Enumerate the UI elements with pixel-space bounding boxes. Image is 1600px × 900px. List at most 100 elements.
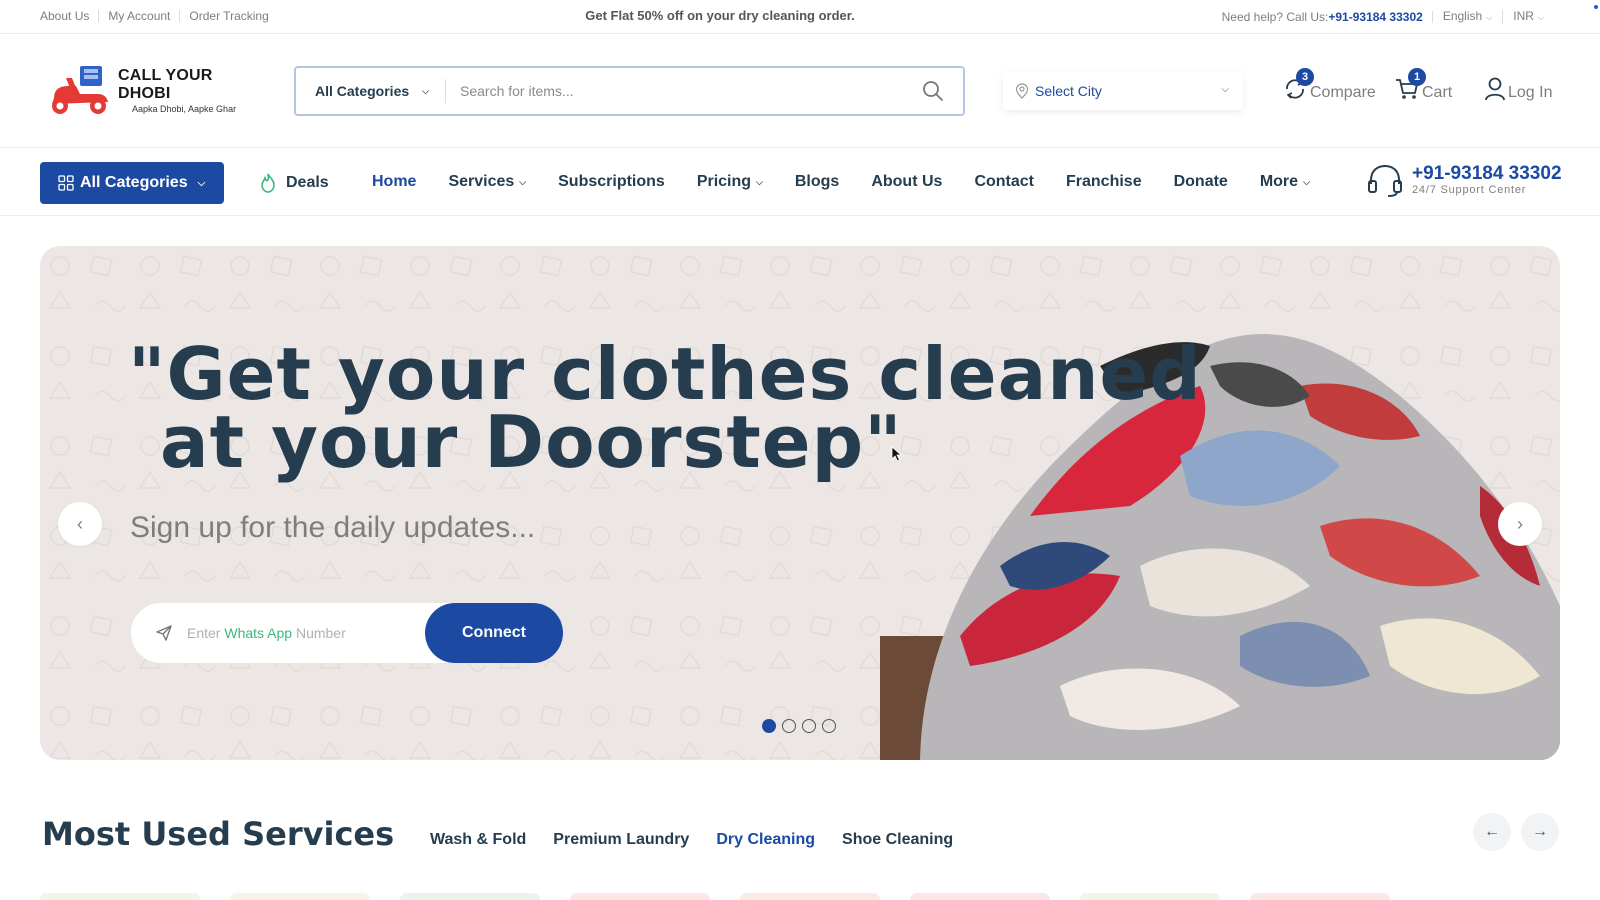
service-card[interactable] xyxy=(740,893,880,900)
service-card[interactable] xyxy=(400,893,540,900)
nav-franchise-label: Franchise xyxy=(1066,173,1142,190)
nav-franchise[interactable]: Franchise xyxy=(1066,173,1142,191)
tab-dry-cleaning[interactable]: Dry Cleaning xyxy=(716,831,815,849)
nav-contact[interactable]: Contact xyxy=(974,173,1034,191)
nav-more[interactable]: More ⌵ xyxy=(1260,173,1310,191)
whatsapp-subscribe-form: Enter Whats App Number Connect xyxy=(131,603,563,663)
chevron-down-icon: ⌵ xyxy=(1537,13,1544,22)
service-card[interactable] xyxy=(1080,893,1220,900)
cart-count-badge: 1 xyxy=(1408,68,1426,86)
chevron-down-icon: ⌵ xyxy=(1221,84,1229,95)
help-phone[interactable]: +91-93184 33302 xyxy=(1328,10,1422,24)
nav-subscriptions[interactable]: Subscriptions xyxy=(558,173,665,191)
search-button[interactable] xyxy=(913,71,953,111)
nav-home-label: Home xyxy=(372,173,417,190)
slider-dots xyxy=(762,719,836,733)
tab-shoe-cleaning[interactable]: Shoe Cleaning xyxy=(842,831,953,849)
chevron-down-icon: ⌵ xyxy=(519,176,527,187)
search-bar: All Categories ⌵ xyxy=(294,66,965,116)
service-card[interactable] xyxy=(230,893,370,900)
service-card[interactable] xyxy=(570,893,710,900)
logo-tagline: Aapka Dhobi, Aapke Ghar xyxy=(132,103,237,114)
service-card[interactable] xyxy=(1250,893,1390,900)
flame-icon xyxy=(261,173,275,193)
city-placeholder: Select City xyxy=(1035,83,1102,99)
nav-services-label: Services xyxy=(448,173,515,190)
service-card[interactable] xyxy=(910,893,1050,900)
chevron-right-icon: › xyxy=(1517,513,1523,534)
deals-label: Deals xyxy=(286,174,329,191)
cart-icon: 1 xyxy=(1394,68,1426,102)
slider-dot[interactable] xyxy=(782,719,796,733)
nav-more-label: More xyxy=(1259,173,1299,190)
nav-about-label: About Us xyxy=(871,173,943,190)
tab-premium-laundry[interactable]: Premium Laundry xyxy=(553,831,689,849)
chevron-down-icon: ⌵ xyxy=(1303,176,1310,187)
search-input[interactable] xyxy=(446,83,913,99)
nav-services[interactable]: Services ⌵ xyxy=(448,173,526,191)
language-select[interactable]: English ⌵ xyxy=(1433,9,1504,24)
slider-dot[interactable] xyxy=(822,719,836,733)
chevron-down-icon: ⌵ xyxy=(197,177,206,189)
services-prev-button[interactable]: ← xyxy=(1473,813,1511,851)
user-icon xyxy=(1484,76,1506,102)
all-categories-button[interactable]: All Categories ⌵ xyxy=(40,162,224,204)
top-bar: About Us My Account Order Tracking Get F… xyxy=(0,0,1600,34)
search-category-label: All Categories xyxy=(315,83,410,99)
nav-about[interactable]: About Us xyxy=(871,173,942,191)
language-label: English xyxy=(1442,9,1483,23)
currency-label: INR xyxy=(1513,9,1534,23)
connect-button[interactable]: Connect xyxy=(425,603,563,663)
nav-pricing[interactable]: Pricing ⌵ xyxy=(697,173,763,191)
tab-wash-fold[interactable]: Wash & Fold xyxy=(430,831,526,849)
login-link[interactable]: Log In xyxy=(1484,76,1552,102)
slider-next-button[interactable]: › xyxy=(1498,502,1542,546)
cart-label: Cart xyxy=(1422,84,1453,101)
services-next-button[interactable]: → xyxy=(1521,813,1559,851)
main-nav: All Categories ⌵ Deals Home Services ⌵ Su… xyxy=(0,148,1600,216)
cart-link[interactable]: 1 Cart xyxy=(1394,68,1453,102)
send-icon xyxy=(156,625,172,641)
grid-icon xyxy=(58,175,74,191)
placeholder-end: Number xyxy=(295,625,346,641)
corner-dot xyxy=(1594,5,1598,9)
arrow-right-icon: → xyxy=(1532,823,1548,840)
service-card[interactable] xyxy=(40,893,200,900)
nav-pricing-label: Pricing xyxy=(696,173,752,190)
hero-title-line2: at your Doorstep" xyxy=(160,400,903,484)
mouse-cursor-icon xyxy=(891,446,903,462)
slider-dot[interactable] xyxy=(802,719,816,733)
help-text: Need help? Call Us:+91-93184 33302 xyxy=(1222,11,1433,23)
placeholder-start: Enter xyxy=(187,625,221,641)
currency-select[interactable]: INR ⌵ xyxy=(1503,10,1554,24)
support-contact[interactable]: +91-93184 33302 24/7 Support Center xyxy=(1366,162,1562,198)
compare-icon: 3 xyxy=(1282,68,1314,102)
compare-link[interactable]: 3 Compare xyxy=(1282,68,1376,102)
chevron-down-icon: ⌵ xyxy=(422,85,429,96)
compare-label: Compare xyxy=(1310,84,1376,101)
whatsapp-number-input[interactable]: Enter Whats App Number xyxy=(187,625,346,641)
logo[interactable]: CALL YOUR DHOBI Aapka Dhobi, Aapke Ghar xyxy=(46,62,266,118)
hero-banner: "Get your clothes cleaned at your Doorst… xyxy=(40,246,1560,760)
chevron-left-icon: ‹ xyxy=(77,513,83,534)
nav-subscriptions-label: Subscriptions xyxy=(558,173,665,190)
city-select[interactable]: Select City ⌵ xyxy=(1003,72,1243,110)
help-prefix: Need help? Call Us: xyxy=(1221,10,1329,24)
support-subtitle: 24/7 Support Center xyxy=(1412,184,1527,196)
nav-blogs[interactable]: Blogs xyxy=(795,173,839,191)
search-category-select[interactable]: All Categories ⌵ xyxy=(296,79,446,103)
top-right: Need help? Call Us:+91-93184 33302 Engli… xyxy=(1222,10,1554,24)
scooter-logo-icon xyxy=(46,64,112,116)
slider-prev-button[interactable]: ‹ xyxy=(58,502,102,546)
arrow-left-icon: ← xyxy=(1484,823,1500,840)
slider-dot[interactable] xyxy=(762,719,776,733)
hero-title: "Get your clothes cleaned at your Doorst… xyxy=(128,338,1202,484)
deals-link[interactable]: Deals xyxy=(258,172,329,194)
placeholder-highlight: Whats App xyxy=(224,625,293,641)
service-tabs: Wash & Fold Premium Laundry Dry Cleaning… xyxy=(430,831,980,849)
search-icon xyxy=(923,81,943,101)
nav-home[interactable]: Home xyxy=(372,173,416,191)
nav-contact-label: Contact xyxy=(974,173,1034,190)
nav-donate[interactable]: Donate xyxy=(1174,173,1228,191)
hero-subtitle: Sign up for the daily updates... xyxy=(130,511,536,544)
